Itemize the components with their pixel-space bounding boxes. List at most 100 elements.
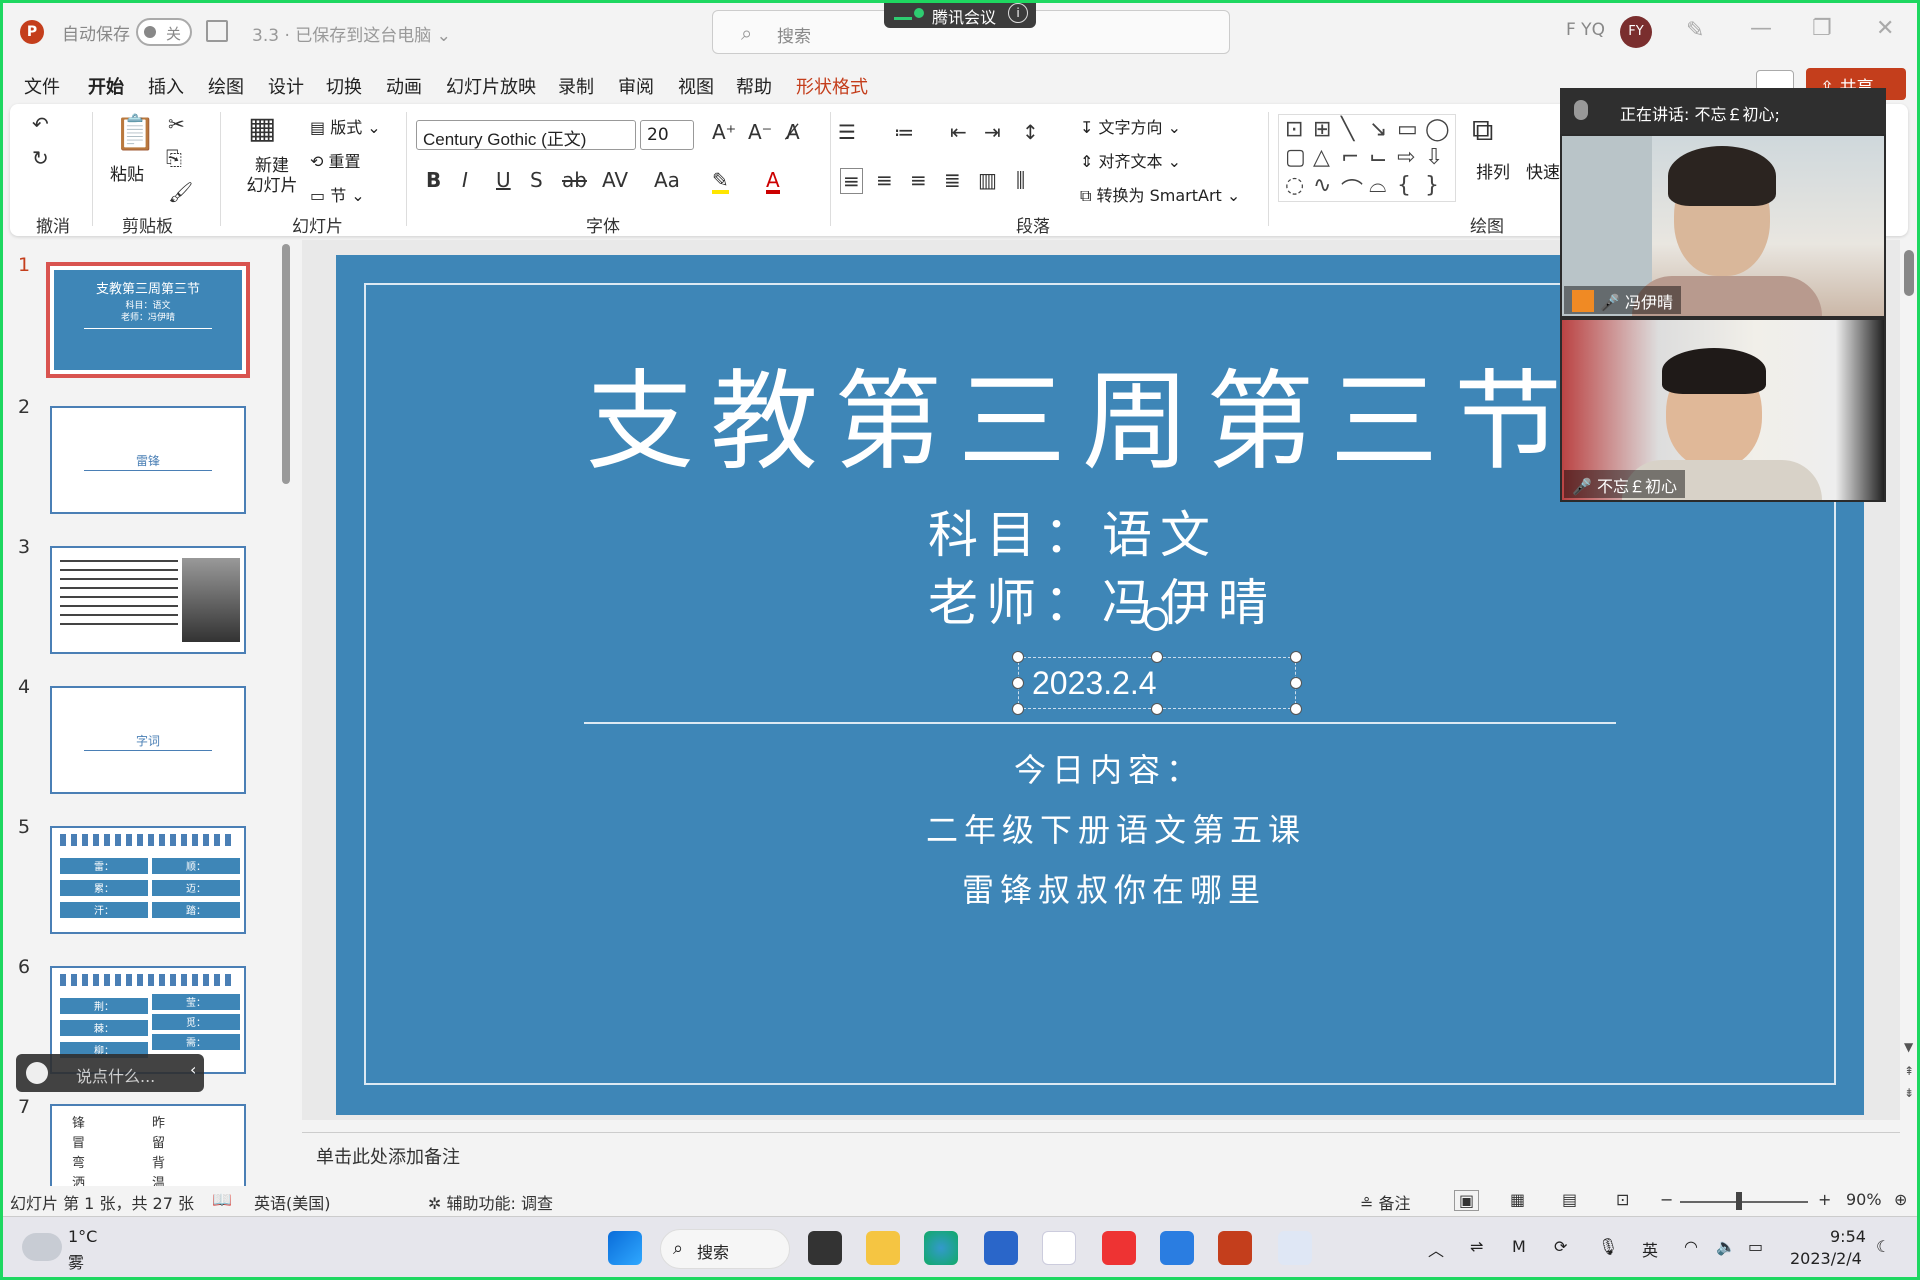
language-status[interactable]: 英语(美国) — [254, 1190, 331, 1214]
resize-handle[interactable] — [1012, 703, 1024, 715]
freeform-icon[interactable]: ◌ — [1285, 173, 1304, 198]
resize-handle[interactable] — [1290, 677, 1302, 689]
bullets-icon[interactable]: ☰ — [838, 122, 856, 142]
notes-toggle[interactable]: ≗ 备注 — [1360, 1190, 1411, 1214]
resize-handle[interactable] — [1290, 703, 1302, 715]
notes-app-icon[interactable] — [1042, 1231, 1076, 1265]
strikethrough-icon[interactable]: ab — [562, 170, 587, 190]
distributed-icon[interactable]: ▥ — [978, 170, 997, 190]
chevron-up-icon[interactable]: ︿ — [1428, 1237, 1444, 1261]
arrow-line-shape-icon[interactable]: ↘ — [1369, 117, 1387, 142]
line-shape-icon[interactable]: ╲ — [1341, 117, 1354, 142]
clear-format-icon[interactable]: A̸ — [786, 122, 800, 142]
minimize-icon[interactable]: — — [1750, 16, 1772, 41]
smartart-button[interactable]: ⧉ 转换为 SmartArt ⌄ — [1080, 182, 1240, 206]
resize-handle[interactable] — [1290, 651, 1302, 663]
rounded-rect-shape-icon[interactable]: ▢ — [1285, 145, 1306, 170]
right-brace-icon[interactable]: } — [1425, 173, 1439, 198]
arrange-icon[interactable]: ⧉ — [1472, 116, 1493, 146]
resize-handle[interactable] — [1012, 677, 1024, 689]
battery-icon[interactable]: ▭ — [1748, 1237, 1763, 1256]
tab-review[interactable]: 审阅 — [618, 73, 654, 99]
bold-icon[interactable]: B — [426, 170, 441, 190]
weather-icon[interactable] — [22, 1233, 62, 1261]
tab-home[interactable]: 开始 — [88, 73, 124, 107]
thumbnail-scrollbar[interactable] — [282, 244, 290, 484]
section-button[interactable]: ▭ 节 ⌄ — [310, 182, 365, 206]
slideshow-icon[interactable]: ⊡ — [1616, 1190, 1629, 1209]
change-case-icon[interactable]: Aa — [654, 170, 680, 190]
autosave-toggle[interactable]: 关 — [136, 18, 192, 46]
slide-subject[interactable]: 科目：语文 — [928, 495, 1218, 567]
sync-icon[interactable]: ⟳ — [1554, 1237, 1567, 1256]
restore-icon[interactable]: ❐ — [1812, 16, 1832, 41]
spellcheck-icon[interactable]: 📖 — [212, 1190, 232, 1209]
fit-to-window-icon[interactable]: ⊕ — [1894, 1190, 1907, 1209]
char-spacing-icon[interactable]: AV — [602, 170, 628, 190]
elbow-connector-icon[interactable]: ⌐ — [1341, 145, 1359, 170]
chat-input-pill[interactable]: 说点什么... ‹ — [16, 1054, 204, 1092]
weather-temperature[interactable]: 1°C — [68, 1227, 97, 1246]
layout-button[interactable]: ▤ 版式 ⌄ — [310, 114, 381, 138]
settings-sliders-icon[interactable]: ⇌ — [1470, 1237, 1483, 1256]
slide-thumbnail-4[interactable]: 字词 — [50, 686, 246, 794]
mail-icon[interactable]: M — [1512, 1237, 1526, 1256]
align-left-icon[interactable]: ≡ — [840, 168, 863, 194]
connector-icon[interactable]: ⌙ — [1369, 145, 1387, 170]
notes-pane[interactable]: 单击此处添加备注 — [302, 1132, 1900, 1172]
meeting-indicator[interactable]: 腾讯会议 i — [884, 0, 1036, 28]
taskbar-search[interactable]: 搜索 ⌕ — [660, 1229, 790, 1269]
align-center-icon[interactable]: ≡ — [876, 170, 893, 190]
triangle-shape-icon[interactable]: △ — [1313, 145, 1330, 170]
store-icon[interactable] — [984, 1231, 1018, 1265]
tencent-meeting-icon[interactable] — [1160, 1231, 1194, 1265]
huawei-app-icon[interactable] — [1102, 1231, 1136, 1265]
file-explorer-icon[interactable] — [866, 1231, 900, 1265]
tab-record[interactable]: 录制 — [558, 73, 594, 99]
columns-icon[interactable]: ⫼ — [1016, 170, 1025, 190]
scroll-thumb[interactable] — [1904, 250, 1914, 296]
font-name-select[interactable]: Century Gothic (正文) — [416, 120, 636, 150]
slide-thumbnail-3[interactable] — [50, 546, 246, 654]
zoom-level[interactable]: 90% — [1846, 1190, 1882, 1209]
scroll-down-icon[interactable]: ▼ — [1904, 1040, 1913, 1054]
task-view-icon[interactable] — [808, 1231, 842, 1265]
video-tile-2[interactable]: 🎤 不忘￡初心 — [1562, 320, 1884, 500]
slide-thumbnail-7[interactable]: 锋 昨 冒 留 弯 背 洒 温 — [50, 1104, 246, 1188]
new-slide-label[interactable]: 新建 幻灯片 — [232, 156, 312, 196]
meeting-video-panel[interactable]: 正在讲话: 不忘￡初心; 🎤 冯伊晴 🎤 不忘￡初心 — [1560, 88, 1886, 502]
microphone-tray-icon[interactable]: 🎙 — [1598, 1237, 1618, 1256]
info-icon[interactable]: i — [1008, 3, 1028, 23]
zoom-slider[interactable] — [1680, 1201, 1808, 1203]
next-slide-icon[interactable]: ⇟ — [1904, 1086, 1914, 1100]
normal-view-icon[interactable]: ▣ — [1454, 1190, 1480, 1211]
highlight-icon[interactable]: ✎ — [712, 170, 729, 194]
left-brace-icon[interactable]: { — [1397, 173, 1411, 198]
copy-icon[interactable]: ⎘ — [166, 148, 182, 168]
paste-icon[interactable]: 📋 — [114, 116, 156, 150]
tab-transitions[interactable]: 切换 — [326, 73, 362, 99]
line-spacing-icon[interactable]: ↕ — [1022, 122, 1039, 142]
redo-icon[interactable]: ↻ — [32, 148, 49, 168]
powerpoint-taskbar-icon[interactable] — [1218, 1231, 1252, 1265]
edge-browser-icon[interactable] — [924, 1231, 958, 1265]
slide-lesson-line-1[interactable]: 二年级下册语文第五课 — [926, 805, 1306, 851]
align-right-icon[interactable]: ≡ — [910, 170, 927, 190]
slide-today-heading[interactable]: 今日内容： — [1014, 745, 1204, 791]
ime-indicator[interactable]: 英 — [1642, 1237, 1658, 1261]
close-icon[interactable]: ✕ — [1876, 16, 1894, 41]
resize-handle[interactable] — [1151, 651, 1163, 663]
arc-icon[interactable]: ⌒ — [1341, 173, 1363, 205]
textbox-shape-icon[interactable]: ⊡ — [1285, 117, 1303, 142]
tab-help[interactable]: 帮助 — [736, 73, 772, 99]
oval-shape-icon[interactable]: ◯ — [1425, 117, 1450, 142]
align-text-button[interactable]: ⇕ 对齐文本 ⌄ — [1080, 148, 1181, 172]
rectangle-shape-icon[interactable]: ▭ — [1397, 117, 1418, 142]
slide-thumbnail-5[interactable]: 雷： 顺： 累： 迈： 汗： 踏： — [50, 826, 246, 934]
slide-lesson-line-2[interactable]: 雷锋叔叔你在哪里 — [962, 865, 1266, 911]
slide-date[interactable]: 2023.2.4 — [1032, 665, 1157, 702]
shapes-gallery[interactable]: ⊡ ⊞ ╲ ↘ ▭ ◯ ▢ △ ⌐ ⌙ ⇨ ⇩ ◌ ∿ ⌒ ⌓ { } — [1278, 114, 1456, 205]
save-icon[interactable] — [206, 20, 228, 42]
justify-icon[interactable]: ≣ — [944, 170, 961, 190]
underline-icon[interactable]: U — [496, 170, 511, 190]
